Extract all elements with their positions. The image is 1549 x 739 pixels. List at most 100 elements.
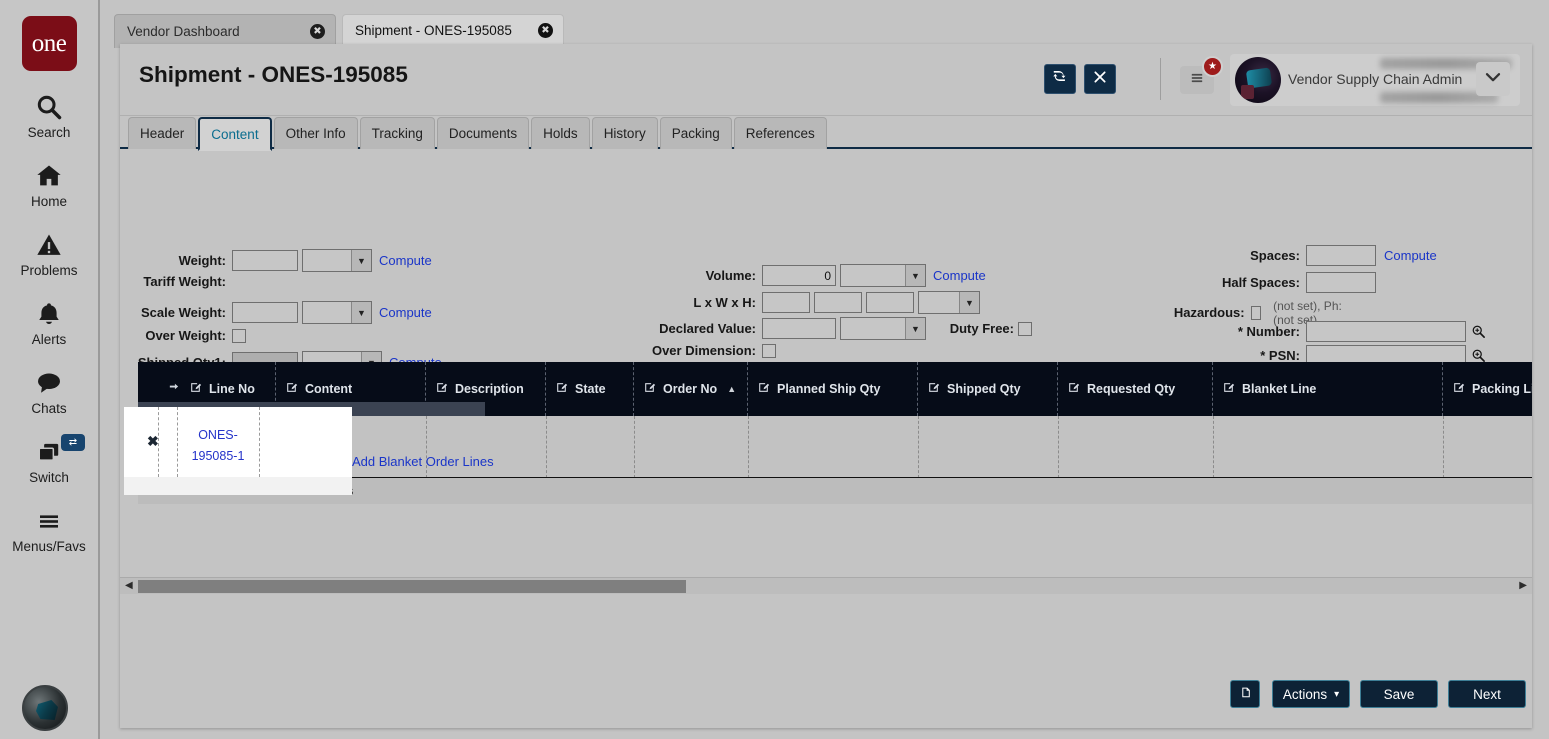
footer-actions: Actions ▾ Save Next — [120, 666, 1532, 728]
rail-item-menus-favs[interactable]: Menus/Favs — [0, 505, 99, 554]
grid-col-packing-list-no[interactable]: Packing List N — [1443, 362, 1532, 416]
grid-col-label: Order No — [663, 382, 717, 396]
actions-label: Actions — [1283, 687, 1327, 702]
grid-col-order-no[interactable]: Order No ▲ — [634, 362, 748, 416]
switch-badge-icon[interactable]: ⇄ — [61, 434, 85, 451]
save-label: Save — [1384, 687, 1415, 702]
tab-label: Other Info — [286, 126, 346, 141]
over-weight-checkbox[interactable] — [232, 329, 246, 343]
delete-row-icon[interactable]: ✖ — [147, 433, 159, 450]
scroll-left-icon[interactable]: ◀ — [125, 580, 133, 591]
weight-compute-link[interactable]: Compute — [379, 253, 432, 268]
tab-documents[interactable]: Documents — [437, 117, 529, 149]
duty-free-label: Duty Free: — [938, 322, 1014, 336]
tab-holds[interactable]: Holds — [531, 117, 590, 149]
search-icon — [35, 91, 63, 123]
rail-item-chats[interactable]: Chats — [0, 367, 99, 416]
duty-free-checkbox[interactable] — [1018, 322, 1032, 336]
bell-icon — [36, 298, 62, 330]
rail-item-home[interactable]: Home — [0, 160, 99, 209]
grid-col-blanket-line[interactable]: Blanket Line — [1213, 362, 1443, 416]
over-dimension-checkbox[interactable] — [762, 344, 776, 358]
edit-icon — [555, 381, 568, 397]
grid-col-label: Packing List N — [1472, 382, 1532, 396]
refresh-icon — [1052, 69, 1068, 90]
rail-item-search[interactable]: Search — [0, 91, 99, 140]
next-button[interactable]: Next — [1448, 680, 1526, 708]
tab-label: Holds — [543, 126, 578, 141]
chevron-down-icon: ▼ — [905, 265, 925, 286]
length-input[interactable] — [762, 292, 810, 313]
field-over-dimension: Over Dimension: — [640, 344, 776, 358]
weight-uom-select[interactable]: ▼ — [302, 249, 372, 272]
content-tab-bar: Header Content Other Info Tracking Docum… — [120, 117, 1532, 149]
grid-col-label: Line No — [209, 382, 255, 396]
header-divider — [1160, 58, 1161, 100]
grid-cell-content-link[interactable]: ONES-195085-1 — [182, 425, 254, 467]
tab-tracking[interactable]: Tracking — [360, 117, 435, 149]
scale-weight-input[interactable] — [232, 302, 298, 323]
search-lookup-icon[interactable] — [1471, 348, 1486, 363]
hamburger-icon — [34, 505, 64, 537]
browser-tab-label: Vendor Dashboard — [127, 24, 240, 39]
browser-tab-shipment[interactable]: Shipment - ONES-195085 ✖ — [342, 14, 564, 48]
browser-tab-vendor-dashboard[interactable]: Vendor Dashboard ✖ — [114, 14, 336, 48]
hazmat-number-input[interactable] — [1306, 321, 1466, 342]
scale-weight-uom-select[interactable]: ▼ — [302, 301, 372, 324]
weight-input[interactable] — [232, 250, 298, 271]
height-input[interactable] — [866, 292, 914, 313]
volume-uom-select[interactable]: ▼ — [840, 264, 926, 287]
rail-item-problems[interactable]: Problems — [0, 229, 99, 278]
spaces-input[interactable] — [1306, 245, 1376, 266]
chevron-down-icon: ▼ — [351, 250, 371, 271]
close-icon[interactable]: ✖ — [310, 24, 325, 39]
refresh-button[interactable] — [1044, 64, 1076, 94]
user-menu-button[interactable] — [1476, 62, 1510, 96]
tab-label: Tracking — [372, 126, 423, 141]
tab-header[interactable]: Header — [128, 117, 196, 149]
grid-row-overlay-tail — [124, 477, 352, 495]
tab-references[interactable]: References — [734, 117, 827, 149]
hazardous-checkbox[interactable] — [1251, 306, 1262, 320]
scroll-right-icon[interactable]: ▶ — [1519, 580, 1527, 591]
hazmat-psn-label: * PSN: — [1110, 349, 1300, 363]
close-icon[interactable]: ✖ — [538, 23, 553, 38]
grid-col-label: Shipped Qty — [947, 382, 1021, 396]
scrollbar-thumb[interactable] — [138, 580, 686, 593]
declared-value-currency-select[interactable]: ▼ — [840, 317, 926, 340]
grid-col-state[interactable]: State — [546, 362, 634, 416]
lwh-uom-select[interactable]: ▼ — [918, 291, 980, 314]
grid-col-requested-qty[interactable]: Requested Qty — [1058, 362, 1213, 416]
tab-other-info[interactable]: Other Info — [274, 117, 358, 149]
chevron-down-icon: ▼ — [959, 292, 979, 313]
grid-row-editor-overlay[interactable]: ✖ ONES-195085-1 — [124, 407, 352, 477]
half-spaces-input[interactable] — [1306, 272, 1376, 293]
actions-button[interactable]: Actions ▾ — [1272, 680, 1350, 708]
spaces-compute-link[interactable]: Compute — [1384, 248, 1437, 263]
edit-icon — [435, 381, 448, 397]
grid-col-planned-ship-qty[interactable]: Planned Ship Qty — [748, 362, 918, 416]
grid-col-shipped-qty[interactable]: Shipped Qty — [918, 362, 1058, 416]
horizontal-scrollbar[interactable]: ◀ ▶ — [120, 577, 1532, 594]
declared-value-input[interactable] — [762, 318, 836, 339]
add-blanket-order-lines-link[interactable]: Add Blanket Order Lines — [352, 454, 494, 469]
copy-button[interactable] — [1230, 680, 1260, 708]
save-button[interactable]: Save — [1360, 680, 1438, 708]
field-scale-weight: Scale Weight: ▼ Compute — [120, 301, 432, 324]
volume-input[interactable] — [762, 265, 836, 286]
over-dimension-label: Over Dimension: — [640, 344, 756, 358]
search-lookup-icon[interactable] — [1471, 324, 1486, 339]
edit-icon — [189, 381, 202, 397]
rail-user-avatar[interactable] — [22, 685, 68, 731]
declared-value-label: Declared Value: — [640, 322, 756, 336]
tab-content[interactable]: Content — [198, 117, 271, 151]
scale-weight-compute-link[interactable]: Compute — [379, 305, 432, 320]
volume-compute-link[interactable]: Compute — [933, 268, 986, 283]
width-input[interactable] — [814, 292, 862, 313]
sort-ascending-icon[interactable]: ▲ — [727, 384, 736, 394]
tab-packing[interactable]: Packing — [660, 117, 732, 149]
rail-item-switch[interactable]: ⇄ Switch — [0, 436, 99, 485]
close-page-button[interactable] — [1084, 64, 1116, 94]
rail-item-alerts[interactable]: Alerts — [0, 298, 99, 347]
tab-history[interactable]: History — [592, 117, 658, 149]
